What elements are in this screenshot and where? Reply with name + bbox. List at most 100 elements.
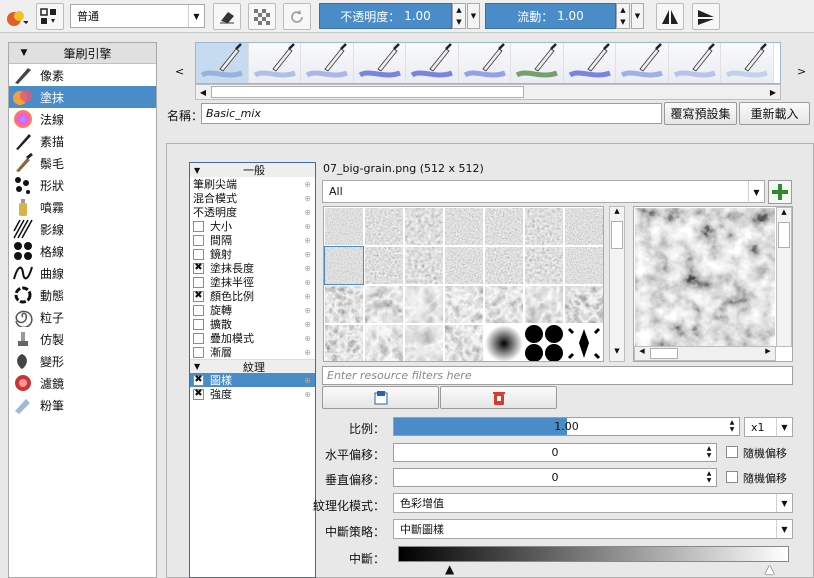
texture-grid-scrollbar[interactable]: ▲ ▼ (609, 206, 625, 362)
texture-tile[interactable] (564, 285, 603, 324)
color-selector-button[interactable] (3, 3, 31, 30)
sidebar-item-13[interactable]: 變形 (9, 350, 156, 372)
scrollbar-thumb[interactable] (211, 86, 524, 98)
option-row[interactable]: 擴散 ⊕ (190, 317, 315, 331)
option-row[interactable]: 塗抹半徑 ⊕ (190, 275, 315, 289)
lock-icon[interactable]: ⊕ (304, 264, 311, 273)
flow-spinner[interactable]: ▲ ▼ (616, 3, 630, 29)
texture-tile[interactable] (484, 324, 524, 361)
texture-tile[interactable] (524, 246, 564, 285)
option-checkbox[interactable]: ✖ (193, 374, 204, 386)
texture-tile[interactable] (364, 324, 404, 361)
lock-icon[interactable]: ⊕ (304, 208, 311, 217)
option-checkbox[interactable]: ✖ (193, 262, 204, 274)
sidebar-item-14[interactable]: 濾鏡 (9, 372, 156, 394)
scrollbar-thumb[interactable] (650, 348, 678, 359)
lock-icon[interactable]: ⊕ (304, 278, 311, 287)
brush-preset-thumbnail[interactable] (353, 43, 406, 83)
brush-preset-thumbnail[interactable] (406, 43, 459, 83)
cutoff-high-handle[interactable]: ▲ (765, 562, 774, 576)
texture-tile[interactable] (524, 285, 564, 324)
flow-field[interactable]: 流動： 1.00 (485, 3, 616, 29)
lock-icon[interactable]: ⊕ (304, 348, 311, 357)
increment-icon[interactable]: ▲ (453, 4, 465, 16)
lock-icon[interactable]: ⊕ (304, 292, 311, 301)
cutoff-policy-select[interactable]: 中斷圖樣 ▼ (393, 519, 793, 539)
option-checkbox[interactable] (193, 346, 204, 358)
opacity-dropdown[interactable]: ▼ (467, 3, 480, 29)
lock-icon[interactable]: ⊕ (304, 376, 311, 385)
eraser-mode-button[interactable] (213, 3, 241, 30)
scroll-left-icon[interactable]: ◀ (635, 347, 649, 355)
texture-tile[interactable] (404, 285, 444, 324)
delete-texture-button[interactable] (440, 386, 557, 409)
scale-multiplier-select[interactable]: x1 ▼ (744, 417, 793, 437)
texture-tile[interactable] (404, 324, 444, 361)
option-row[interactable]: 混合模式 ⊕ (190, 191, 315, 205)
texture-section-header[interactable]: ▼ 紋理 (190, 359, 315, 374)
lock-icon[interactable]: ⊕ (304, 306, 311, 315)
sidebar-item-4[interactable]: 鬃毛 (9, 152, 156, 174)
decrement-icon[interactable]: ▼ (453, 16, 465, 28)
sidebar-item-1[interactable]: 塗抹 (9, 86, 156, 108)
lock-icon[interactable]: ⊕ (304, 194, 311, 203)
texture-tile[interactable] (404, 246, 444, 285)
brush-preset-thumbnail[interactable] (616, 43, 669, 83)
option-row[interactable]: ✖ 顏色比例 ⊕ (190, 289, 315, 303)
texture-tile[interactable] (484, 285, 524, 324)
texture-tile[interactable] (364, 246, 404, 285)
brush-preset-thumbnail[interactable] (563, 43, 616, 83)
option-row[interactable]: 不透明度 ⊕ (190, 205, 315, 219)
option-row[interactable]: 疊加模式 ⊕ (190, 331, 315, 345)
option-checkbox[interactable] (193, 220, 204, 232)
texture-option-row[interactable]: ✖ 圖樣 ⊕ (190, 373, 315, 387)
option-checkbox[interactable] (193, 276, 204, 288)
collapse-icon[interactable]: ▼ (9, 48, 39, 58)
option-checkbox[interactable] (193, 234, 204, 246)
sidebar-item-10[interactable]: 動態 (9, 284, 156, 306)
lock-icon[interactable]: ⊕ (304, 236, 311, 245)
scroll-up-icon[interactable]: ▲ (610, 207, 624, 221)
sidebar-item-0[interactable]: 像素 (9, 64, 156, 86)
option-checkbox[interactable] (193, 248, 204, 260)
texture-tile[interactable] (484, 207, 524, 246)
increment-icon[interactable]: ▲ (617, 4, 629, 16)
option-row[interactable]: 間隔 ⊕ (190, 233, 315, 247)
h-offset-spinner[interactable]: ▲ ▼ (703, 445, 715, 460)
sidebar-item-12[interactable]: 仿製 (9, 328, 156, 350)
sidebar-item-2[interactable]: 法線 (9, 108, 156, 130)
scroll-right-icon[interactable]: ▶ (761, 347, 775, 355)
lock-icon[interactable]: ⊕ (304, 222, 311, 231)
texture-tile[interactable] (524, 207, 564, 246)
v-offset-spinner[interactable]: ▲ ▼ (703, 470, 715, 485)
texture-tile[interactable] (324, 285, 364, 324)
mirror-horizontal-button[interactable] (656, 3, 684, 30)
option-row[interactable]: 大小 ⊕ (190, 219, 315, 233)
resource-filter-input[interactable]: Enter resource filters here (322, 366, 793, 385)
option-checkbox[interactable] (193, 318, 204, 330)
texture-tile[interactable] (564, 246, 603, 285)
option-row[interactable]: 筆刷尖端 ⊕ (190, 177, 315, 191)
reload-preset-button[interactable] (283, 3, 311, 30)
flow-dropdown[interactable]: ▼ (631, 3, 644, 29)
lock-icon[interactable]: ⊕ (304, 390, 311, 399)
preview-vscrollbar[interactable]: ▲ (776, 207, 792, 347)
texture-tile[interactable] (324, 246, 364, 285)
texture-tile[interactable] (524, 324, 564, 361)
resource-tag-select[interactable]: All ▼ (322, 180, 765, 203)
preset-name-input[interactable]: Basic_mix (201, 103, 662, 124)
texture-tile[interactable] (444, 285, 484, 324)
texture-tile[interactable] (364, 207, 404, 246)
texture-tile[interactable] (444, 207, 484, 246)
brush-presets-button[interactable] (36, 3, 64, 30)
texture-tile[interactable] (564, 207, 603, 246)
option-checkbox[interactable] (193, 332, 204, 344)
blend-mode-select[interactable]: 普通 ▼ (70, 4, 205, 28)
preview-hscrollbar[interactable]: ◀ ▶ (634, 346, 776, 361)
brush-preset-thumbnail[interactable] (668, 43, 721, 83)
import-resource-button[interactable] (768, 180, 792, 204)
sidebar-item-7[interactable]: 影線 (9, 218, 156, 240)
sidebar-item-6[interactable]: 噴霧 (9, 196, 156, 218)
preset-scrollbar[interactable]: ◀ ▶ (195, 84, 781, 100)
cutoff-low-handle[interactable]: ▲ (445, 562, 454, 576)
